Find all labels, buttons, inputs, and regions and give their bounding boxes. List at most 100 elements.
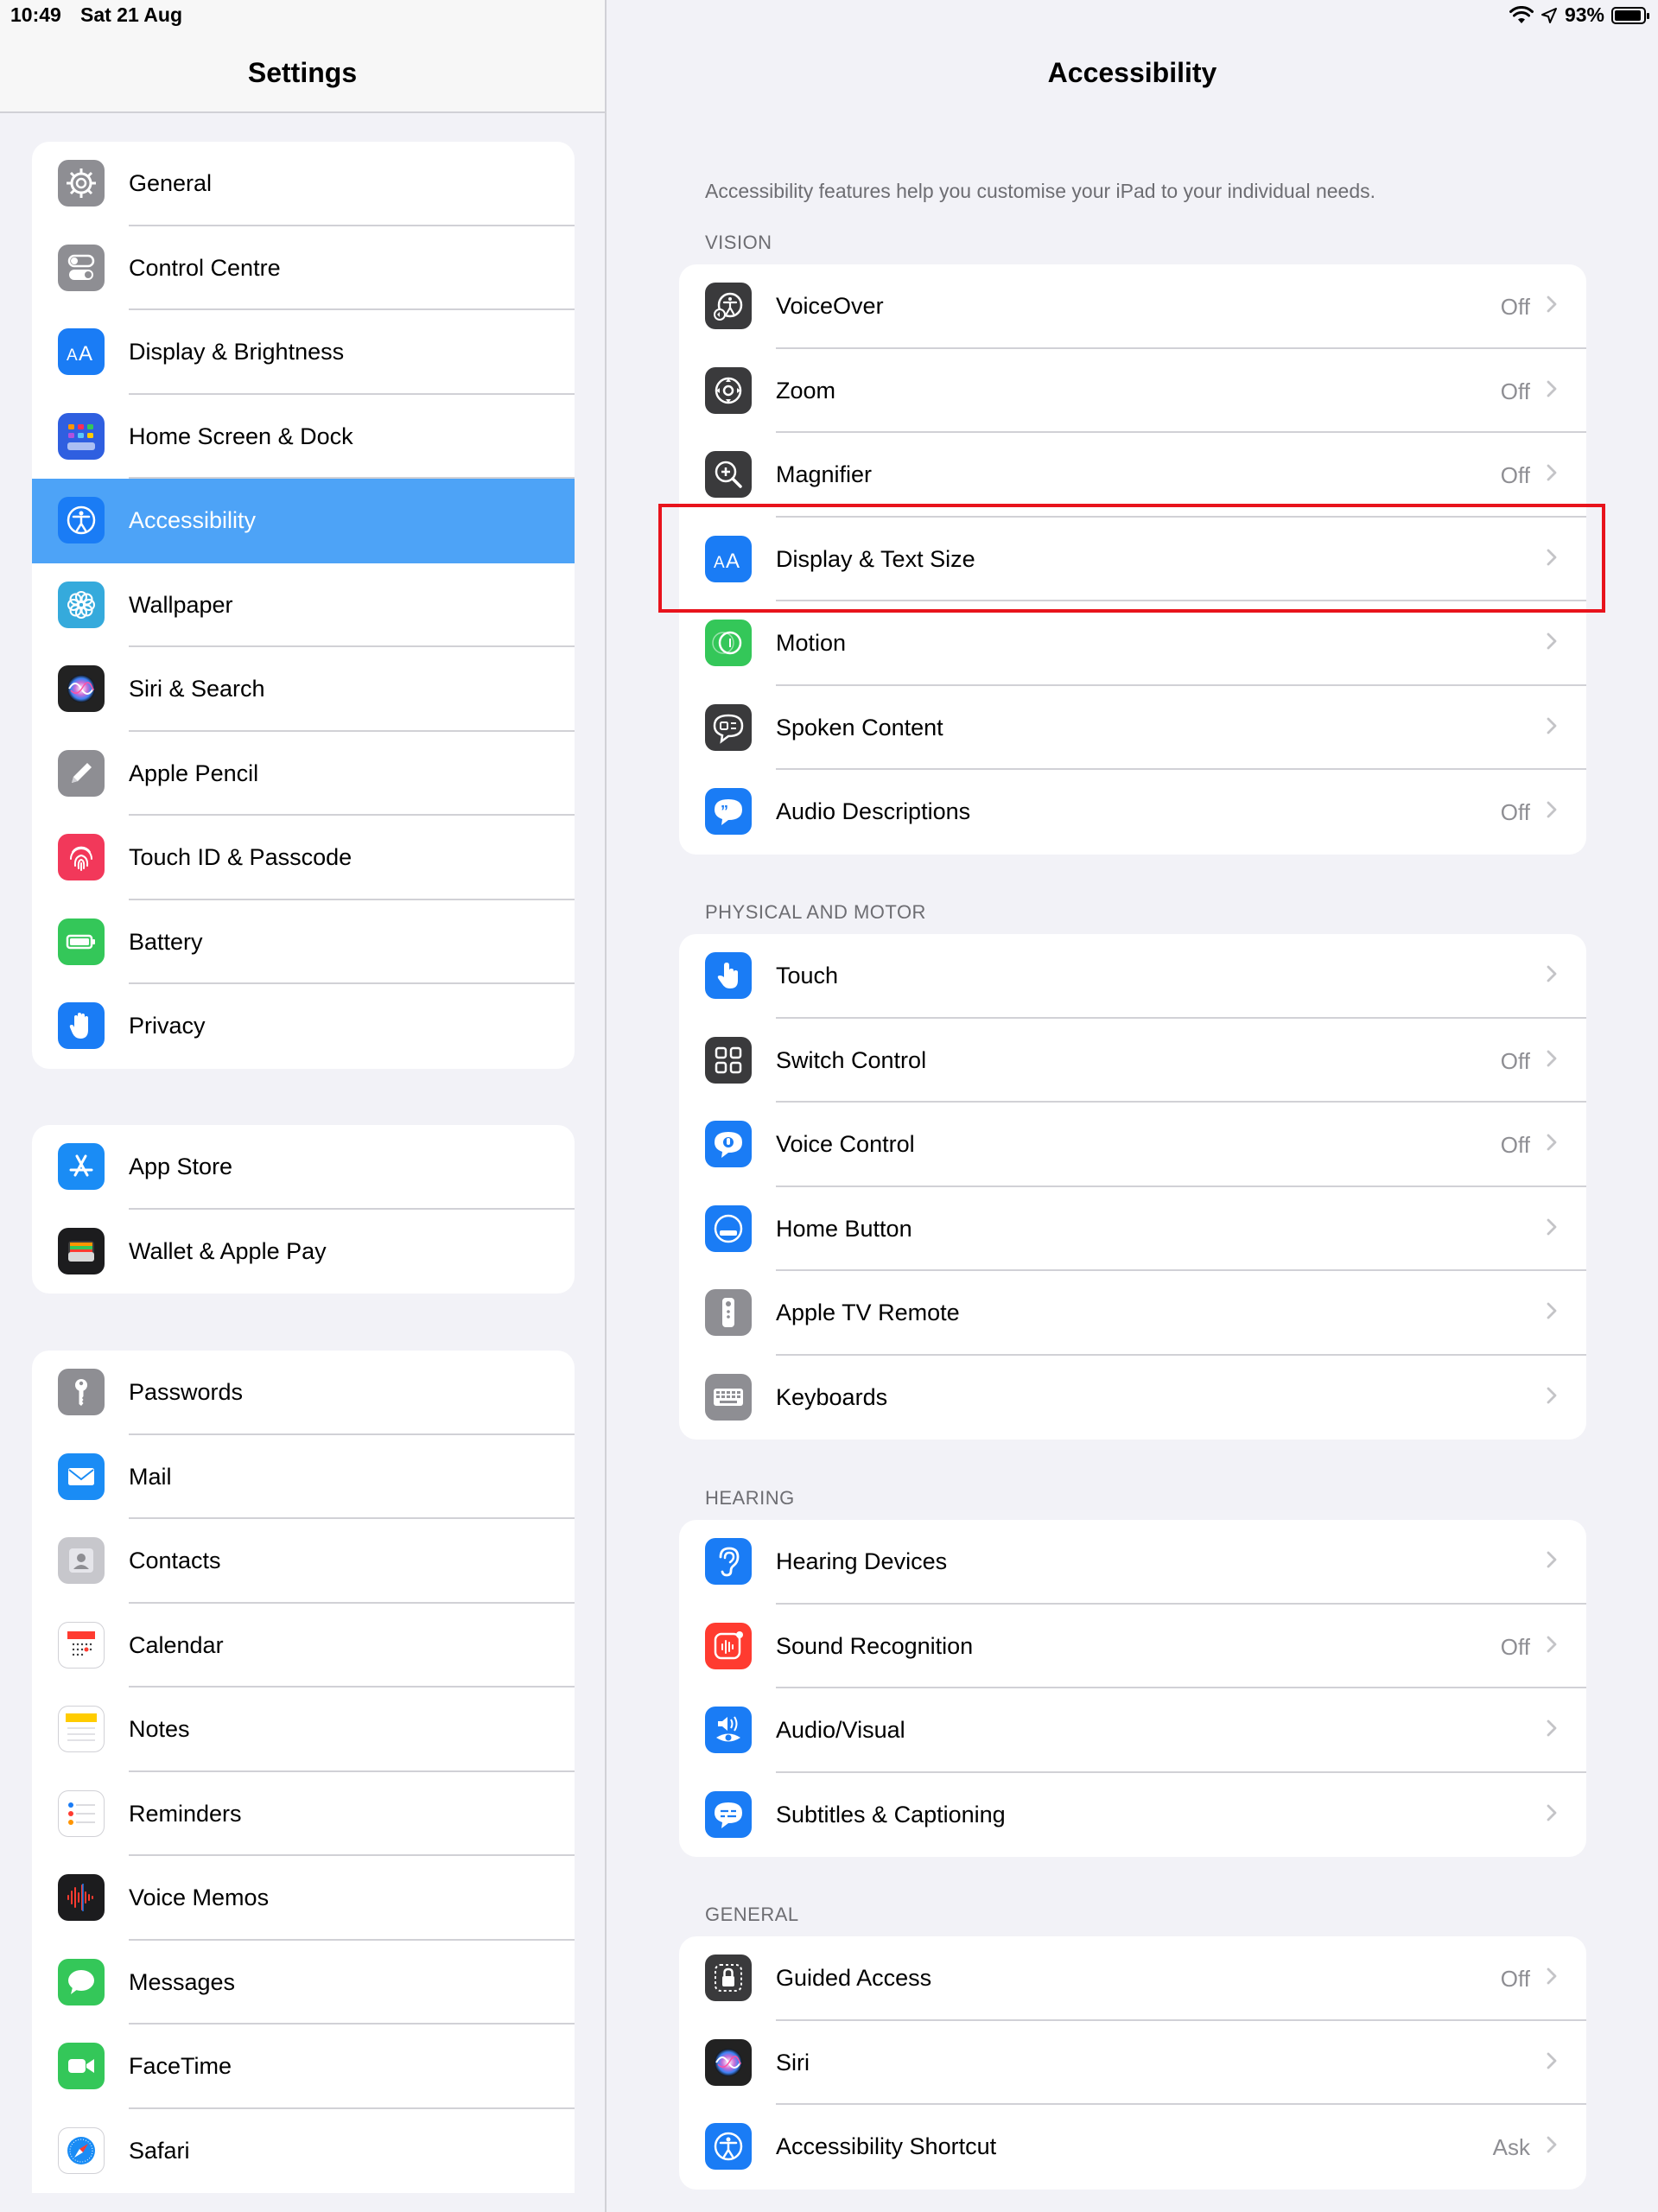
tv-remote-icon-glyph (722, 1298, 734, 1327)
sidebar-item-label: Wallpaper (129, 591, 233, 618)
row-label: Display & Text Size (776, 545, 975, 572)
pencil-icon-glyph (72, 762, 92, 783)
guided-access-icon-glyph (715, 1964, 742, 1992)
row-subtitles-and-captioning[interactable]: Subtitles & Captioning (679, 1773, 1586, 1858)
sidebar-item-safari[interactable]: Safari (32, 2109, 575, 2194)
sidebar-item-accessibility[interactable]: Accessibility (32, 479, 575, 563)
toggles-icon (58, 244, 105, 291)
section-physical-motor: Touch Switch Control Off Voice Control Off Ho… (679, 934, 1586, 1440)
row-accessibility-shortcut[interactable]: Accessibility Shortcut Ask (679, 2105, 1586, 2190)
sidebar-item-label: Wallet & Apple Pay (129, 1237, 327, 1264)
row-value: Off (1500, 799, 1530, 825)
row-label: Keyboards (776, 1383, 888, 1410)
siri-icon (58, 665, 105, 712)
sidebar-item-battery[interactable]: Battery (32, 900, 575, 984)
voiceover-icon (705, 283, 752, 329)
messages-icon-glyph (68, 1969, 94, 1994)
sidebar-item-wallpaper[interactable]: Wallpaper (32, 563, 575, 647)
row-label: Apple TV Remote (776, 1300, 960, 1325)
facetime-icon-glyph (68, 2059, 94, 2073)
safari-icon (58, 2126, 105, 2174)
row-label: Accessibility Shortcut (776, 2133, 997, 2159)
sidebar-item-messages[interactable]: Messages (32, 1941, 575, 2024)
sidebar-item-touch-id-and-passcode[interactable]: Touch ID & Passcode (32, 816, 575, 900)
row-apple-tv-remote[interactable]: Apple TV Remote (679, 1271, 1586, 1356)
sidebar-item-privacy[interactable]: Privacy (32, 984, 575, 1069)
row-audio-visual[interactable]: Audio/Visual (679, 1688, 1586, 1773)
calendar-icon-glyph (67, 1630, 95, 1656)
sidebar-item-contacts[interactable]: Contacts (32, 1519, 575, 1604)
chevron-right-icon (1547, 1050, 1557, 1066)
row-magnifier[interactable]: Magnifier Off (679, 433, 1586, 518)
sidebar-item-label: Privacy (129, 1013, 206, 1039)
sidebar-item-reminders[interactable]: Reminders (32, 1772, 575, 1856)
voice-control-icon-glyph (715, 1132, 742, 1158)
sidebar-item-notes[interactable]: Notes (32, 1688, 575, 1772)
row-switch-control[interactable]: Switch Control Off (679, 1019, 1586, 1103)
sidebar-item-facetime[interactable]: FaceTime (32, 2024, 575, 2109)
ear-icon (705, 1538, 752, 1585)
sidebar-item-label: Siri & Search (129, 676, 265, 702)
sidebar-item-display-and-brightness[interactable]: A A Display & Brightness (32, 310, 575, 395)
sidebar-item-label: General (129, 170, 213, 196)
sidebar-item-siri-and-search[interactable]: Siri & Search (32, 647, 575, 732)
row-hearing-devices[interactable]: Hearing Devices (679, 1520, 1586, 1605)
row-guided-access[interactable]: Guided Access Off (679, 1936, 1586, 2021)
row-home-button[interactable]: Home Button (679, 1187, 1586, 1271)
sidebar-item-mail[interactable]: Mail (32, 1435, 575, 1519)
row-voiceover[interactable]: VoiceOver Off (679, 264, 1586, 349)
row-label: Sound Recognition (776, 1632, 974, 1659)
fingerprint-icon (58, 834, 105, 880)
sidebar-item-general[interactable]: General (32, 142, 575, 226)
key-icon (58, 1369, 105, 1415)
chevron-right-icon (1547, 1134, 1557, 1151)
row-value: Off (1500, 1132, 1530, 1158)
sidebar-item-calendar[interactable]: Calendar (32, 1604, 575, 1688)
home-button-icon (705, 1205, 752, 1252)
sidebar-group-3: Passwords Mail Contacts Calendar Notes Remind… (32, 1351, 575, 2193)
switch-control-icon-glyph (715, 1046, 742, 1073)
row-voice-control[interactable]: Voice Control Off (679, 1103, 1586, 1187)
sidebar-item-apple-pencil[interactable]: Apple Pencil (32, 732, 575, 816)
flower-icon-glyph (67, 590, 95, 619)
row-label: Audio Descriptions (776, 798, 971, 824)
app-store-icon-glyph (69, 1154, 93, 1177)
sidebar-item-label: Notes (129, 1716, 190, 1742)
captions-icon (705, 1790, 752, 1838)
row-touch[interactable]: Touch (679, 934, 1586, 1019)
voice-control-icon (705, 1121, 752, 1167)
row-audio-descriptions[interactable]: ” Audio Descriptions Off (679, 770, 1586, 855)
sidebar-title: Settings (247, 57, 358, 88)
sidebar-item-label: Messages (129, 1968, 236, 1995)
magnifier-icon (705, 451, 752, 498)
sidebar-item-app-store[interactable]: App Store (32, 1125, 575, 1210)
row-display-and-text-size[interactable]: A A Display & Text Size (679, 518, 1586, 601)
row-spoken-content[interactable]: Spoken Content (679, 686, 1586, 770)
pencil-icon (58, 749, 105, 797)
chevron-right-icon (1547, 1636, 1557, 1652)
touch-icon (705, 952, 752, 999)
status-bar: 10:49 Sat 21 Aug 93% (0, 0, 1658, 35)
row-value: Off (1500, 294, 1530, 320)
row-sound-recognition[interactable]: Sound Recognition Off (679, 1605, 1586, 1688)
text-size-icon: AA (58, 328, 105, 375)
messages-icon (58, 1958, 105, 2005)
sidebar-item-wallet-and-apple-pay[interactable]: Wallet & Apple Pay (32, 1210, 575, 1294)
row-motion[interactable]: Motion (679, 601, 1586, 686)
row-value: Off (1500, 462, 1530, 488)
sidebar-item-passwords[interactable]: Passwords (32, 1351, 575, 1435)
svg-text:A: A (714, 554, 725, 572)
row-zoom[interactable]: Zoom Off (679, 349, 1586, 433)
sidebar-item-control-centre[interactable]: Control Centre (32, 226, 575, 310)
gear-icon-glyph (67, 168, 96, 198)
page-title: Accessibility (1047, 57, 1217, 88)
chevron-right-icon (1547, 1967, 1557, 1985)
sound-recognition-icon-glyph (714, 1630, 743, 1659)
sidebar-item-home-screen-and-dock[interactable]: Home Screen & Dock (32, 395, 575, 479)
toggles-icon-glyph (67, 254, 95, 280)
sidebar-item-voice-memos[interactable]: Voice Memos (32, 1856, 575, 1941)
chevron-right-icon (1547, 464, 1557, 481)
keyboard-icon-glyph (714, 1388, 743, 1406)
row-siri[interactable]: Siri (679, 2021, 1586, 2105)
row-keyboards[interactable]: Keyboards (679, 1356, 1586, 1440)
